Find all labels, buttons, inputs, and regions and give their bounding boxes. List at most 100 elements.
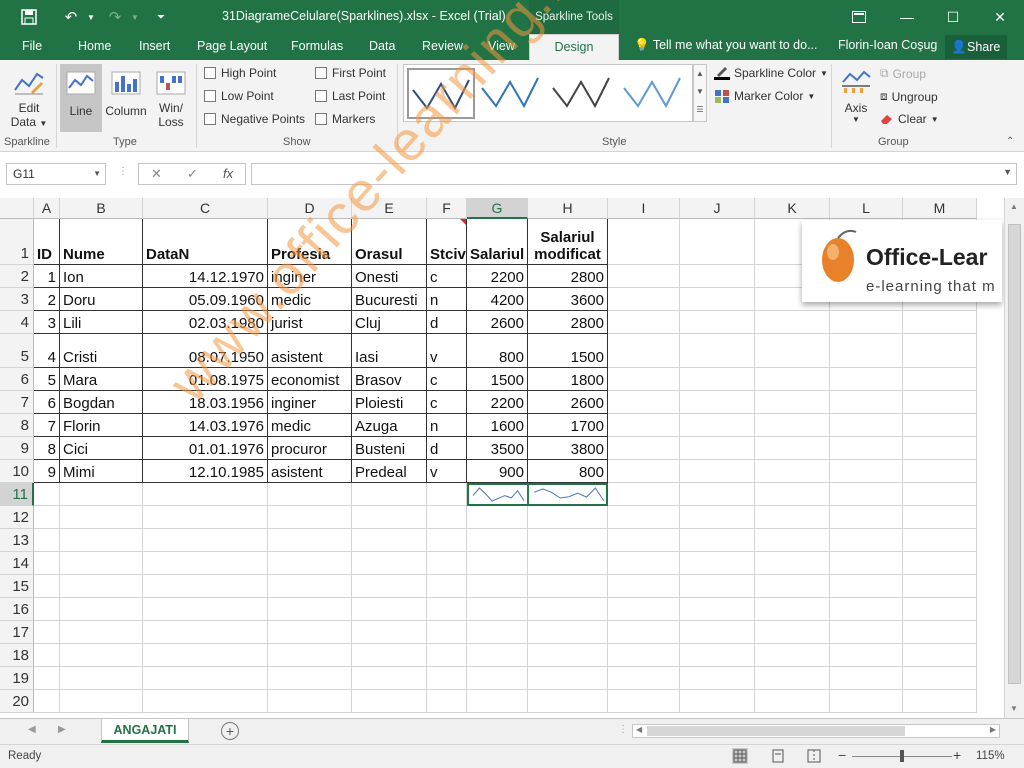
table-cell[interactable]: Lili <box>60 311 143 334</box>
tab-formulas[interactable]: Formulas <box>289 34 345 60</box>
cell[interactable] <box>608 391 680 414</box>
negative-points-checkbox[interactable]: Negative Points <box>204 112 305 126</box>
redo-dropdown-icon[interactable]: ▼ <box>124 6 146 28</box>
cell[interactable] <box>528 690 608 713</box>
column-header-h[interactable]: H <box>528 198 608 219</box>
table-cell[interactable]: medic <box>268 288 352 311</box>
share-button[interactable]: 👤 Share <box>945 35 1007 59</box>
customize-qat-icon[interactable]: ⏷ <box>150 6 172 28</box>
cancel-icon[interactable]: ✕ <box>151 166 162 182</box>
cell[interactable] <box>903 529 977 552</box>
cell[interactable] <box>755 644 830 667</box>
cell[interactable] <box>830 437 903 460</box>
cell[interactable] <box>427 621 467 644</box>
column-header-d[interactable]: D <box>268 198 352 219</box>
table-cell[interactable]: 1 <box>34 265 60 288</box>
cell[interactable] <box>680 414 755 437</box>
cell[interactable] <box>60 506 143 529</box>
cell[interactable] <box>427 483 467 506</box>
row-header-16[interactable]: 16 <box>0 598 34 621</box>
marker-color-button[interactable]: Marker Color ▼ <box>714 89 815 103</box>
header-nume[interactable]: Nume <box>60 219 143 265</box>
cell[interactable] <box>608 690 680 713</box>
cell[interactable] <box>680 644 755 667</box>
zoom-out-icon[interactable]: − <box>838 747 846 763</box>
header-profesia[interactable]: Profesia <box>268 219 352 265</box>
tab-home[interactable]: Home <box>76 34 113 60</box>
cell[interactable] <box>680 506 755 529</box>
table-cell[interactable]: Predeal <box>352 460 427 483</box>
table-cell[interactable]: Brasov <box>352 368 427 391</box>
cell[interactable] <box>903 506 977 529</box>
cell[interactable] <box>830 311 903 334</box>
gallery-down-icon[interactable]: ▼ <box>694 83 706 101</box>
table-cell[interactable]: procuror <box>268 437 352 460</box>
table-cell[interactable]: 6 <box>34 391 60 414</box>
table-cell[interactable]: Ploiesti <box>352 391 427 414</box>
cell[interactable] <box>903 690 977 713</box>
cell[interactable] <box>352 506 427 529</box>
table-cell[interactable]: d <box>427 437 467 460</box>
table-cell[interactable]: 14.03.1976 <box>143 414 268 437</box>
cell[interactable] <box>680 437 755 460</box>
cell[interactable] <box>903 621 977 644</box>
vertical-scrollbar[interactable]: ▲ ▼ <box>1004 198 1024 718</box>
table-cell[interactable]: 2800 <box>528 311 608 334</box>
cell[interactable] <box>427 529 467 552</box>
sparkline-h11[interactable] <box>528 483 608 506</box>
cell[interactable] <box>467 575 528 598</box>
table-cell[interactable]: v <box>427 334 467 368</box>
cell[interactable] <box>830 552 903 575</box>
table-cell[interactable]: inginer <box>268 391 352 414</box>
cell[interactable] <box>467 552 528 575</box>
table-cell[interactable]: 4 <box>34 334 60 368</box>
insert-function-icon[interactable]: fx <box>223 166 233 181</box>
zoom-slider-thumb[interactable] <box>900 750 904 762</box>
cell[interactable] <box>903 334 977 368</box>
table-cell[interactable]: 800 <box>528 460 608 483</box>
cell[interactable] <box>830 460 903 483</box>
table-cell[interactable]: 01.08.1975 <box>143 368 268 391</box>
zoom-in-icon[interactable]: + <box>953 747 961 763</box>
cell[interactable] <box>830 529 903 552</box>
cell[interactable] <box>903 311 977 334</box>
cell[interactable] <box>680 529 755 552</box>
table-cell[interactable]: 05.09.1960 <box>143 288 268 311</box>
table-cell[interactable]: 02.03.1980 <box>143 311 268 334</box>
cell[interactable] <box>143 621 268 644</box>
row-header-10[interactable]: 10 <box>0 460 34 483</box>
cell[interactable] <box>903 575 977 598</box>
cell[interactable] <box>352 621 427 644</box>
sparkline-style-gallery[interactable] <box>403 64 693 122</box>
cell[interactable] <box>467 598 528 621</box>
table-cell[interactable]: Mimi <box>60 460 143 483</box>
edit-data-button[interactable]: Edit Data ▼ <box>4 64 54 132</box>
row-header-12[interactable]: 12 <box>0 506 34 529</box>
zoom-level[interactable]: 115% <box>976 750 1005 762</box>
collapse-ribbon-icon[interactable]: ⌃ <box>1006 136 1014 147</box>
cell[interactable] <box>427 644 467 667</box>
save-icon[interactable] <box>18 6 40 28</box>
table-cell[interactable]: Doru <box>60 288 143 311</box>
row-header-9[interactable]: 9 <box>0 437 34 460</box>
row-header-1[interactable]: 1 <box>0 219 34 265</box>
column-header-k[interactable]: K <box>755 198 830 219</box>
cell[interactable] <box>608 575 680 598</box>
column-header-f[interactable]: F <box>427 198 467 219</box>
high-point-checkbox[interactable]: High Point <box>204 66 276 80</box>
select-all-corner[interactable] <box>0 198 34 219</box>
row-header-14[interactable]: 14 <box>0 552 34 575</box>
cell[interactable] <box>830 621 903 644</box>
cell[interactable] <box>352 575 427 598</box>
table-cell[interactable]: Bogdan <box>60 391 143 414</box>
table-cell[interactable]: asistent <box>268 334 352 368</box>
column-header-c[interactable]: C <box>143 198 268 219</box>
table-cell[interactable]: 2600 <box>467 311 528 334</box>
cell[interactable] <box>34 575 60 598</box>
table-cell[interactable]: medic <box>268 414 352 437</box>
column-header-e[interactable]: E <box>352 198 427 219</box>
table-cell[interactable]: n <box>427 288 467 311</box>
cell[interactable] <box>608 644 680 667</box>
cell[interactable] <box>60 644 143 667</box>
cell[interactable] <box>34 690 60 713</box>
